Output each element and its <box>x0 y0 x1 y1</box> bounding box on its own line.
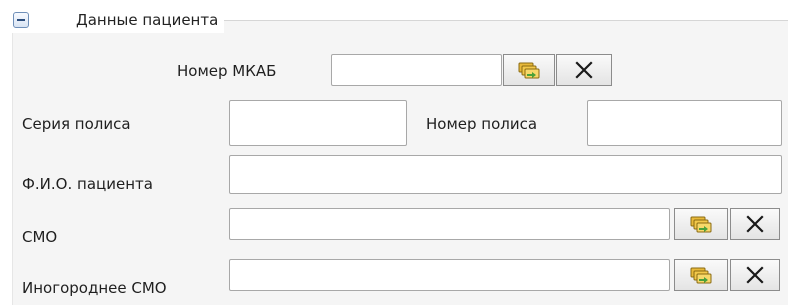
folders-select-icon <box>518 61 540 79</box>
panel-legend: Данные пациента <box>12 7 225 33</box>
folders-select-icon <box>690 266 712 284</box>
mkab-number-input[interactable] <box>331 54 502 86</box>
folders-select-icon <box>690 215 712 233</box>
smo-select-button[interactable] <box>674 208 728 240</box>
patient-data-form: Данные пациента Номер МКАБ Серия полиса … <box>0 0 788 305</box>
nonresident-smo-select-button[interactable] <box>674 259 728 291</box>
panel-title: Данные пациента <box>76 11 219 29</box>
smo-label: СМО <box>22 228 58 246</box>
mkab-select-button[interactable] <box>503 54 555 86</box>
collapse-minus-icon[interactable] <box>13 12 29 28</box>
smo-input[interactable] <box>229 208 670 240</box>
close-x-icon <box>575 61 593 79</box>
policy-series-input[interactable] <box>229 100 407 146</box>
smo-clear-button[interactable] <box>730 208 780 240</box>
nonresident-smo-input[interactable] <box>229 259 670 291</box>
mkab-number-label: Номер МКАБ <box>177 62 277 80</box>
policy-number-label: Номер полиса <box>426 115 538 133</box>
nonresident-smo-label: Иногороднее СМО <box>22 279 167 297</box>
patient-name-input[interactable] <box>229 155 782 194</box>
patient-name-label: Ф.И.О. пациента <box>22 175 153 193</box>
policy-number-input[interactable] <box>587 100 782 146</box>
close-x-icon <box>746 215 764 233</box>
policy-series-label: Серия полиса <box>22 115 131 133</box>
close-x-icon <box>746 266 764 284</box>
mkab-clear-button[interactable] <box>556 54 612 86</box>
nonresident-smo-clear-button[interactable] <box>730 259 780 291</box>
